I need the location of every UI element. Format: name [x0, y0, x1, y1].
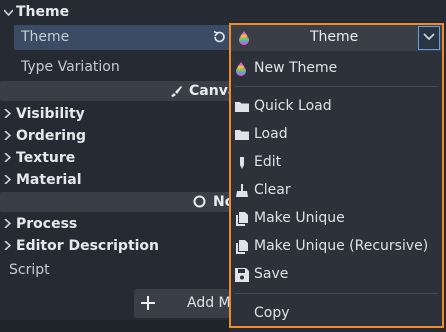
editor-description-section-label: Editor Description	[16, 238, 160, 254]
theme-property-label: Theme	[21, 29, 70, 45]
canvas-button[interactable]: Canva	[0, 81, 237, 102]
chevron-down-icon	[0, 6, 14, 19]
chevron-right-icon	[0, 107, 14, 121]
edit-icon	[235, 156, 249, 170]
menu-item-clear[interactable]: Clear	[231, 178, 442, 204]
menu-item-label: Clear	[254, 182, 291, 198]
circle-icon	[193, 195, 206, 212]
menu-item-make-unique-recursive[interactable]: Make Unique (Recursive)	[231, 234, 442, 260]
theme-icon	[235, 62, 249, 76]
plus-icon	[140, 290, 156, 316]
menu-separator	[235, 293, 438, 294]
menu-item-label: Copy	[254, 305, 290, 321]
process-section-label: Process	[16, 216, 78, 232]
revert-icon[interactable]	[211, 29, 227, 45]
chevron-right-icon	[0, 151, 14, 165]
selected-resource-label: Theme	[310, 29, 359, 45]
material-section-label: Material	[16, 172, 82, 188]
menu-item-make-unique[interactable]: Make Unique	[231, 206, 442, 232]
menu-item-label: Make Unique (Recursive)	[254, 238, 429, 254]
menu-item-load[interactable]: Load	[231, 122, 442, 148]
duplicate-icon	[235, 212, 249, 226]
chevron-right-icon	[0, 129, 14, 143]
ordering-section-label: Ordering	[16, 128, 87, 144]
chevron-down-icon	[423, 33, 435, 41]
texture-section-label: Texture	[16, 150, 76, 166]
theme-icon	[238, 31, 250, 45]
menu-item-new-theme[interactable]: New Theme	[231, 56, 442, 82]
theme-property-row[interactable]: Theme	[14, 25, 230, 50]
chevron-right-icon	[0, 239, 14, 253]
menu-item-label: Load	[254, 126, 288, 142]
menu-item-label: Quick Load	[254, 98, 332, 114]
menu-item-save[interactable]: Save	[231, 262, 442, 288]
menu-item-edit[interactable]: Edit	[231, 150, 442, 176]
menu-item-quick-load[interactable]: Quick Load	[231, 94, 442, 120]
bottom-bar	[0, 320, 230, 332]
add-metadata-button[interactable]: Add M	[134, 289, 231, 318]
folder-icon	[235, 128, 249, 142]
visibility-section-label: Visibility	[16, 106, 85, 122]
theme-resource-picker[interactable]: Theme	[231, 25, 442, 51]
chevron-right-icon	[0, 217, 14, 231]
duplicate-icon	[235, 240, 249, 254]
menu-item-copy[interactable]: Copy	[231, 301, 442, 327]
script-label: Script	[9, 262, 50, 278]
menu-item-label: Edit	[254, 154, 282, 170]
theme-resource-dropdown: Theme New Theme Quick Load Load Edit Cle…	[229, 23, 444, 328]
add-metadata-button-label: Add M	[187, 295, 231, 311]
type-variation-label: Type Variation	[21, 59, 120, 75]
save-icon	[235, 268, 249, 282]
folder-icon	[235, 100, 249, 114]
menu-item-label: New Theme	[254, 60, 338, 76]
menu-item-label: Save	[254, 266, 289, 282]
theme-section-label: Theme	[16, 4, 70, 20]
node-button[interactable]: No	[0, 192, 234, 212]
clear-icon	[235, 184, 249, 198]
menu-separator	[235, 86, 438, 87]
theme-section-header[interactable]: Theme	[0, 1, 446, 23]
menu-item-label: Make Unique	[254, 210, 345, 226]
brush-icon	[169, 84, 183, 102]
chevron-right-icon	[0, 173, 14, 187]
dropdown-toggle-button[interactable]	[418, 26, 440, 50]
